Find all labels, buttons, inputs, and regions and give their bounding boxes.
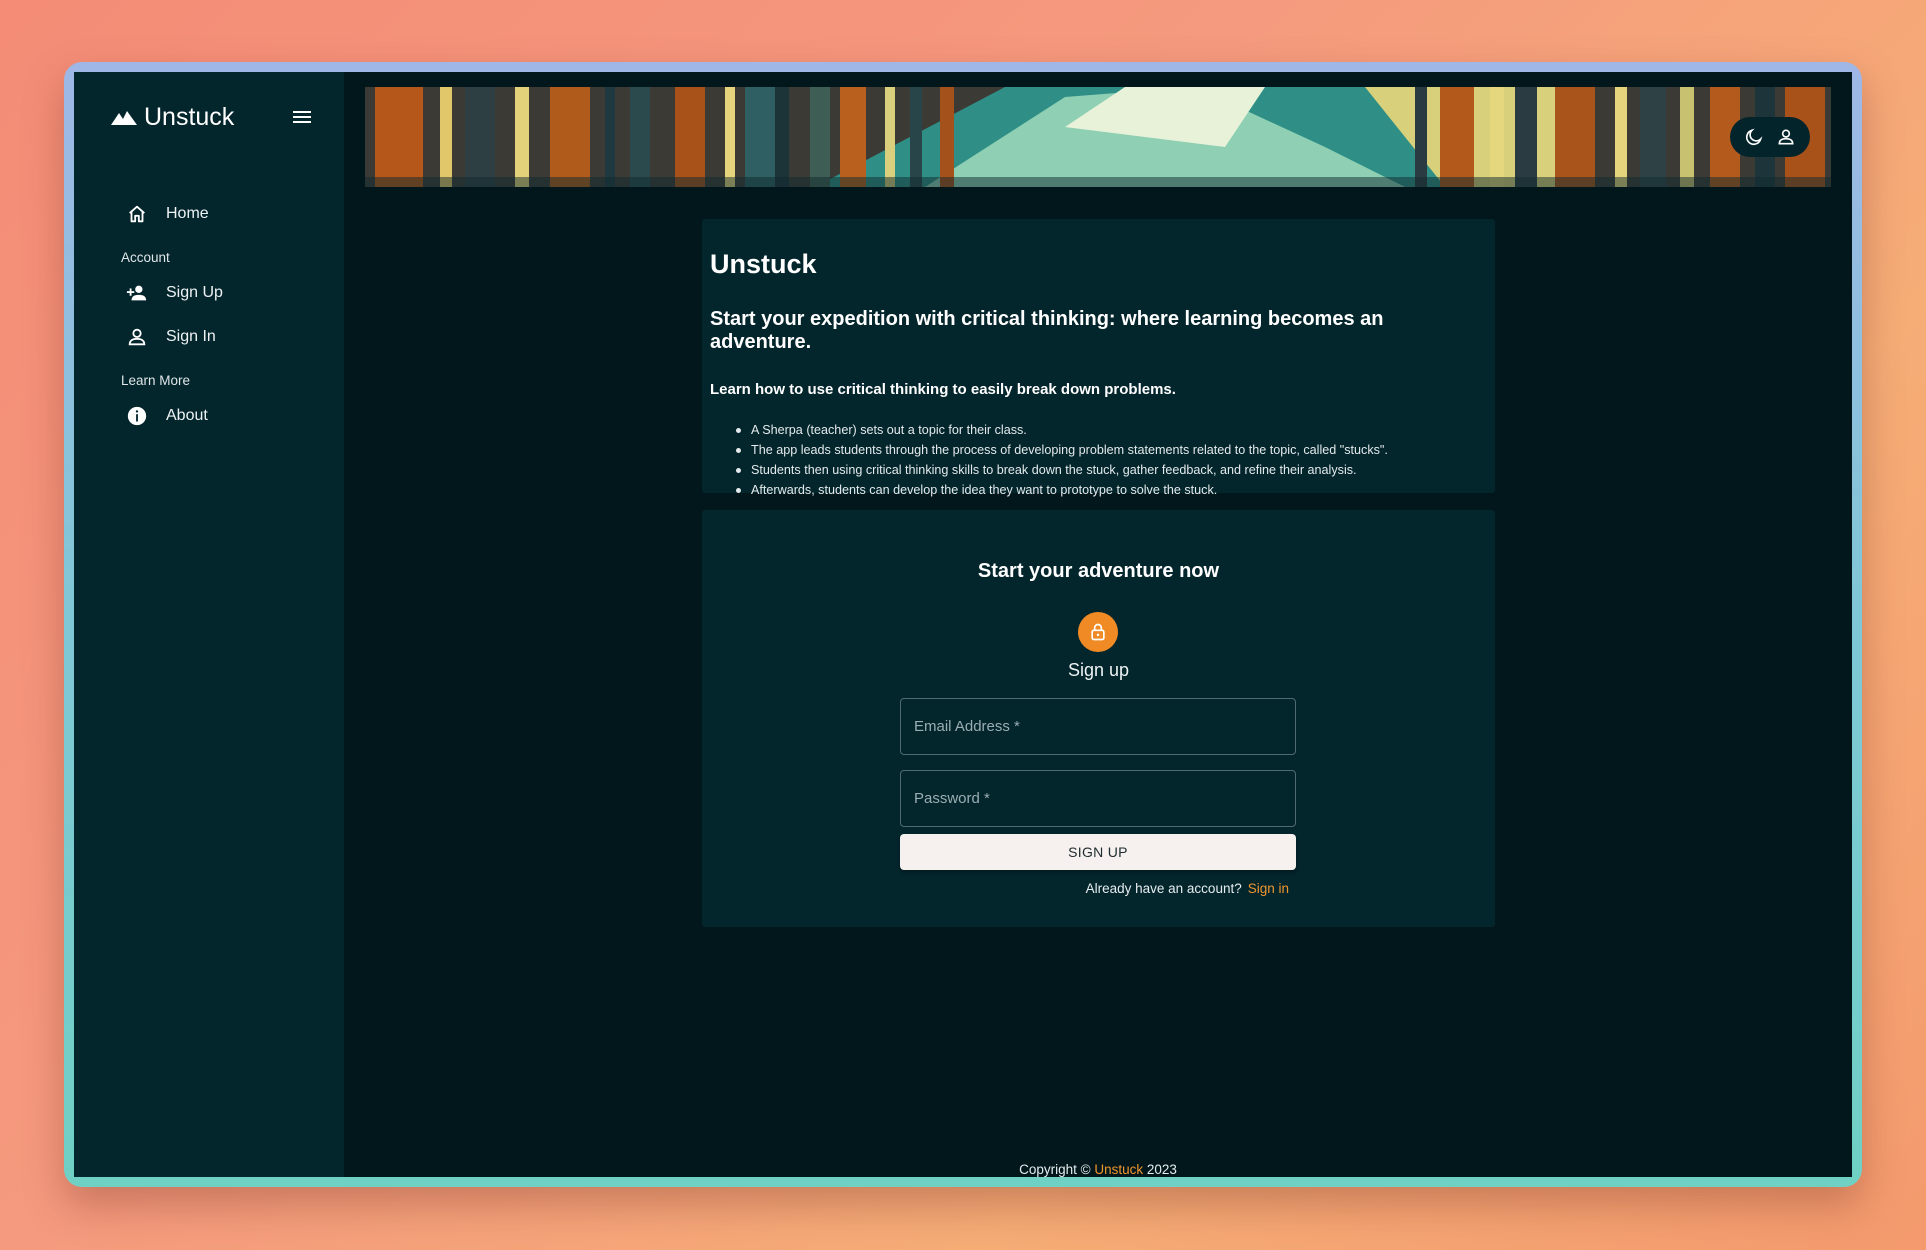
section-label-account: Account: [121, 250, 170, 265]
sidebar-item-label: Home: [166, 205, 209, 222]
list-item: A Sherpa (teacher) sets out a topic for …: [736, 420, 1487, 440]
hamburger-icon: [293, 111, 311, 123]
info-icon: [127, 406, 147, 426]
user-icon: [1778, 129, 1794, 145]
account-button[interactable]: [1774, 125, 1798, 149]
forest-banner: [365, 87, 1831, 187]
brand-name: Unstuck: [144, 102, 235, 131]
copyright-text: Copyright ©: [1019, 1162, 1091, 1177]
password-field[interactable]: [900, 770, 1296, 827]
brand-logo[interactable]: Unstuck: [110, 103, 234, 132]
list-item: The app leads students through the proce…: [736, 440, 1487, 460]
sign-in-link[interactable]: Sign in: [1248, 881, 1289, 896]
already-account-row: Already have an account? Sign in: [1086, 881, 1289, 896]
theme-toggle-button[interactable]: [1742, 125, 1766, 149]
sidebar-header: Unstuck: [74, 102, 344, 132]
forest-illustration: [365, 87, 1831, 187]
header-actions: [1730, 117, 1810, 157]
sidebar-item-label: Sign Up: [166, 284, 223, 301]
main-content: Unstuck Start your expedition with criti…: [344, 72, 1852, 1177]
signup-card: Start your adventure now Sign up SIGN UP…: [702, 510, 1495, 927]
mountain-icon: [111, 111, 137, 125]
signup-heading: Start your adventure now: [977, 560, 1220, 582]
intro-tagline: Start your expedition with critical thin…: [710, 308, 1384, 353]
window-frame: Unstuck Home Account Sign Up Sign In Lea…: [64, 62, 1862, 1187]
add-user-icon: [126, 285, 147, 301]
sidebar-item-sign-up[interactable]: Sign Up: [74, 271, 344, 315]
section-label-learn-more: Learn More: [121, 373, 191, 388]
intro-subtitle: Learn how to use critical thinking to ea…: [710, 381, 1176, 398]
home-icon: [129, 205, 145, 223]
sidebar-item-sign-in[interactable]: Sign In: [74, 315, 344, 359]
email-field[interactable]: [900, 698, 1296, 755]
app: Unstuck Home Account Sign Up Sign In Lea…: [74, 72, 1852, 1177]
footer-brand-link[interactable]: Unstuck: [1094, 1162, 1143, 1177]
copyright-year: 2023: [1146, 1162, 1177, 1177]
list-item: Afterwards, students can develop the ide…: [736, 480, 1487, 500]
footer: Copyright © Unstuck 2023: [344, 1162, 1852, 1177]
sidebar-item-label: About: [166, 407, 208, 424]
already-account-text: Already have an account?: [1085, 881, 1242, 896]
sidebar-item-label: Sign In: [166, 328, 216, 345]
list-item: Students then using critical thinking sk…: [736, 460, 1487, 480]
moon-icon: [1745, 128, 1763, 146]
person-icon: [128, 328, 146, 346]
intro-title: Unstuck: [710, 249, 817, 279]
lock-icon: [1091, 623, 1105, 641]
lock-avatar: [1078, 612, 1118, 652]
intro-bullet-list: A Sherpa (teacher) sets out a topic for …: [710, 420, 1487, 500]
sidebar-item-about[interactable]: About: [74, 394, 344, 438]
signup-subtitle: Sign up: [1067, 660, 1130, 680]
sidebar: Unstuck Home Account Sign Up Sign In Lea…: [74, 72, 344, 1177]
sign-up-button[interactable]: SIGN UP: [900, 834, 1296, 870]
menu-button[interactable]: [288, 103, 316, 131]
sidebar-item-home[interactable]: Home: [74, 192, 344, 236]
intro-card: Unstuck Start your expedition with criti…: [702, 219, 1495, 497]
